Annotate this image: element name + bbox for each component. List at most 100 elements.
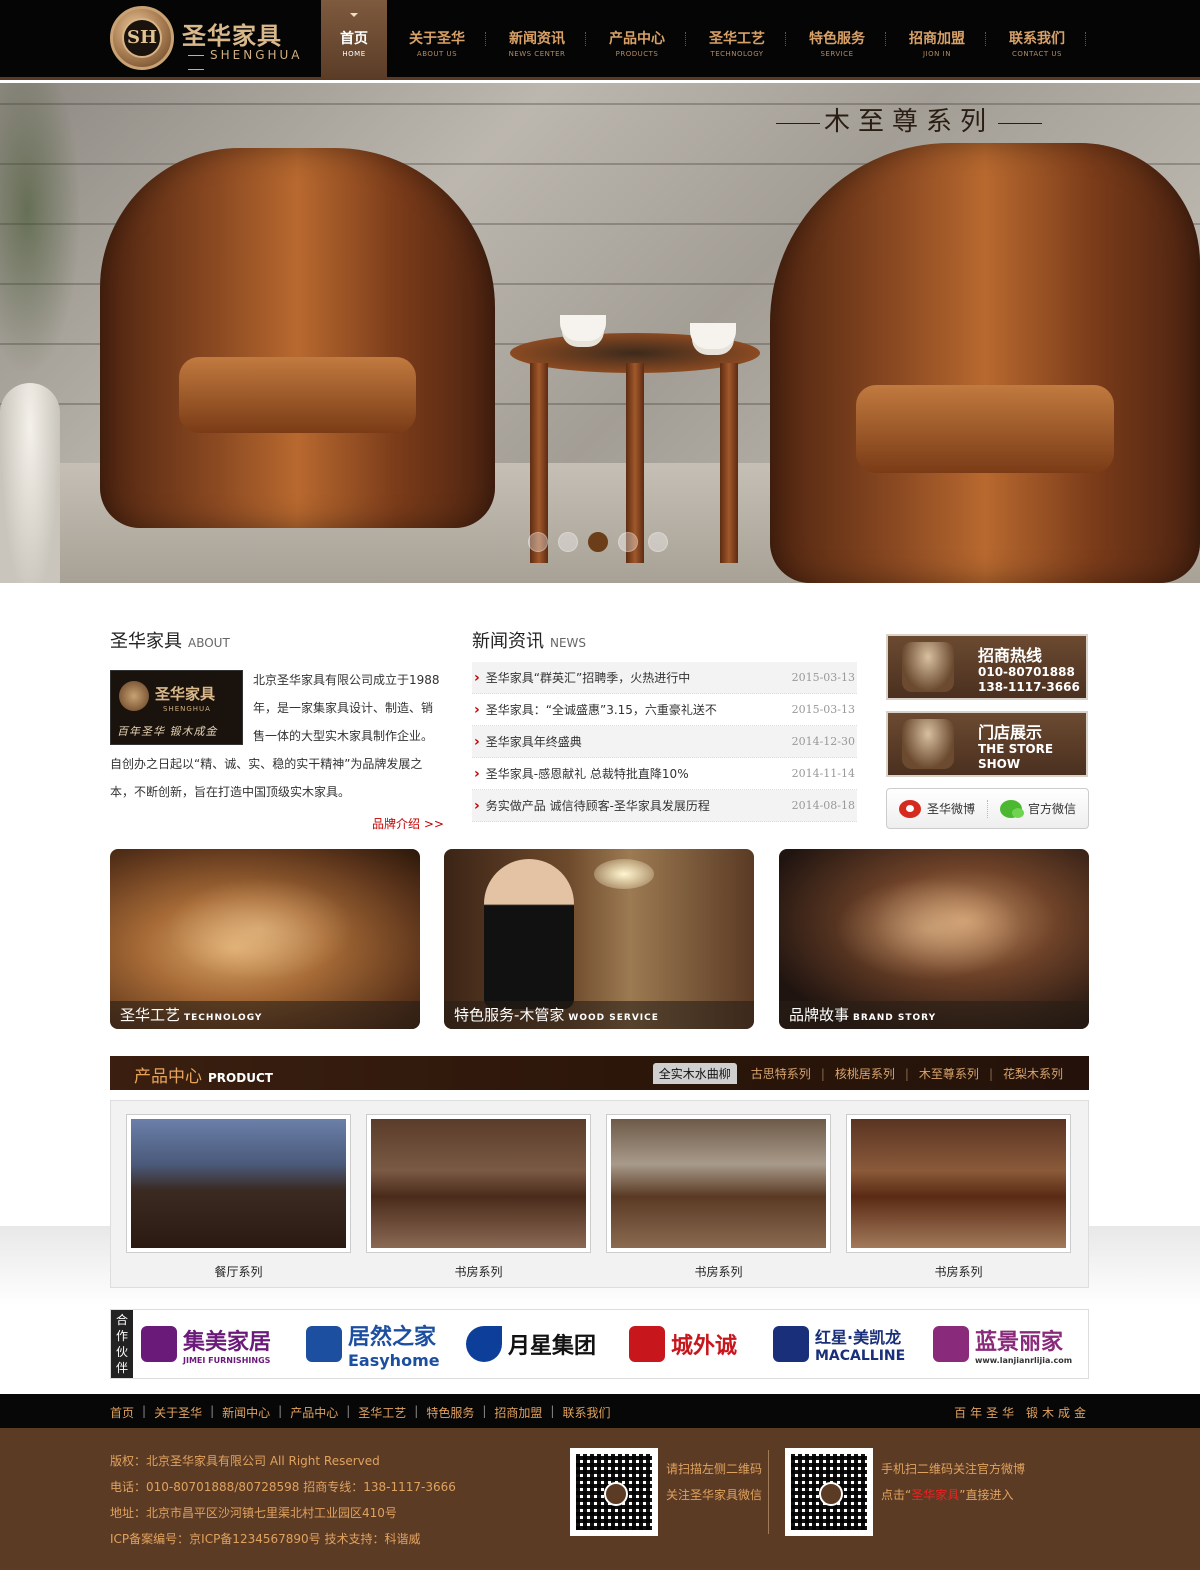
brand-intro-link[interactable]: 品牌介绍 >> <box>372 815 444 832</box>
product-image <box>366 1114 591 1253</box>
logo-text-cn: 圣华家具 <box>182 21 282 50</box>
partner-logo-jimei[interactable]: 集美家居 JIMEI FURNISHINGS <box>141 1318 271 1370</box>
news-item-date: 2015-03-13 <box>791 671 855 684</box>
product-card[interactable]: 餐厅系列 <box>126 1114 351 1280</box>
footer-links: 首页 | 关于圣华 | 新闻中心 | 产品中心 | 圣华工艺 | 特色服务 | 招商加盟 | … <box>110 1404 610 1421</box>
logo-emblem-icon: SH <box>110 6 174 70</box>
nav-item-sublabel: HOME <box>342 50 366 58</box>
weibo-icon <box>898 799 921 818</box>
nav-item-products[interactable]: 产品中心 PRODUCTS <box>587 0 687 78</box>
footer-link[interactable]: 首页 <box>110 1404 134 1421</box>
nav-item-sublabel: TECHNOLOGY <box>710 50 764 58</box>
news-item[interactable]: 圣华家具-感恩献礼 总裁特批直降10% 2014-11-14 <box>472 758 857 790</box>
footer-link[interactable]: 招商加盟 <box>494 1404 542 1421</box>
partner-logo-macalline[interactable]: 红星·美凯龙 MACALLINE <box>773 1318 905 1370</box>
slider-dot[interactable] <box>618 532 638 552</box>
slider-dot[interactable] <box>528 532 548 552</box>
product-card[interactable]: 书房系列 <box>846 1114 1071 1280</box>
partner-name: 月星集团 <box>508 1334 597 1359</box>
investment-hotline-banner[interactable]: 招商热线 010-80701888 138-1117-3666 <box>886 634 1088 700</box>
footer-link[interactable]: 关于圣华 <box>154 1404 202 1421</box>
tile-label: 特色服务-木管家 WOOD SERVICE <box>444 1001 754 1029</box>
nav-item-label: 首页 <box>340 31 368 47</box>
wood-carving-image <box>150 869 370 989</box>
partner-name-en: www.lanjianrlijia.com <box>975 1355 1073 1365</box>
partner-name: 蓝景丽家 <box>975 1329 1064 1355</box>
chengwaicheng-logo-icon <box>629 1326 665 1362</box>
product-image <box>606 1114 831 1253</box>
nav-item-contact[interactable]: 联系我们 CONTACT US <box>987 0 1087 78</box>
news-item[interactable]: 圣华家具年终盛典 2014-12-30 <box>472 726 857 758</box>
wechat-qr-code <box>570 1448 658 1536</box>
product-heading: 产品中心 PRODUCT <box>134 1062 273 1087</box>
nav-item-label: 圣华工艺 <box>709 31 765 47</box>
product-tab-active[interactable]: 全实木水曲柳 <box>652 1063 737 1084</box>
nav-item-label: 产品中心 <box>609 31 665 47</box>
macalline-logo-icon <box>773 1326 809 1362</box>
link-divider: | <box>482 1404 487 1418</box>
news-title-en: NEWS <box>550 636 587 650</box>
store-show-banner[interactable]: 门店展示 THE STORE SHOW <box>886 711 1088 777</box>
nav-item-sublabel: ABOUT US <box>416 50 458 58</box>
footer-link[interactable]: 特色服务 <box>426 1404 474 1421</box>
tile-label: 圣华工艺 TECHNOLOGY <box>110 1001 420 1029</box>
hero-banner[interactable]: 木至尊系列 <box>0 83 1200 583</box>
product-title: 产品中心 <box>134 1067 202 1087</box>
nav-item-technology[interactable]: 圣华工艺 TECHNOLOGY <box>687 0 787 78</box>
hands-planing-image <box>819 869 1039 989</box>
footer-link[interactable]: 新闻中心 <box>222 1404 270 1421</box>
product-tab[interactable]: 核桃居系列 <box>829 1063 901 1084</box>
weibo-qr-code <box>785 1448 873 1536</box>
tile-technology[interactable]: 圣华工艺 TECHNOLOGY <box>110 849 420 1029</box>
partner-name-en: JIMEI FURNISHINGS <box>183 1355 271 1365</box>
weibo-link[interactable]: 圣华微博 <box>887 799 987 818</box>
partner-logo-yuexing[interactable]: 月星集团 <box>466 1318 596 1370</box>
footer-link[interactable]: 产品中心 <box>290 1404 338 1421</box>
slider-dot[interactable] <box>648 532 668 552</box>
product-card[interactable]: 书房系列 <box>606 1114 831 1280</box>
product-tab[interactable]: 古思特系列 <box>745 1063 817 1084</box>
promo-line: THE STORE <box>978 742 1054 756</box>
nav-item-about[interactable]: 关于圣华 ABOUT US <box>387 0 487 78</box>
weibo-direct-link[interactable]: 圣华家具 <box>911 1488 959 1502</box>
slider-dot[interactable] <box>558 532 578 552</box>
tile-service[interactable]: 特色服务-木管家 WOOD SERVICE <box>444 849 754 1029</box>
about-description: 北京圣华家具有限公司成立于1988年，是一家集家具设计、制造、销售一体的大型实木… <box>110 666 440 806</box>
news-item-date: 2014-12-30 <box>791 735 855 748</box>
partner-name-en: Easyhome <box>348 1350 440 1370</box>
lanjinglijia-logo-icon <box>933 1326 969 1362</box>
partner-logo-chengwaicheng[interactable]: 城外诚 <box>629 1318 737 1370</box>
footer-link[interactable]: 圣华工艺 <box>358 1404 406 1421</box>
wechat-link[interactable]: 官方微信 <box>987 799 1088 818</box>
partner-logo-lanjinglijia[interactable]: 蓝景丽家 www.lanjianrlijia.com <box>933 1318 1072 1370</box>
slider-dot-active[interactable] <box>588 532 608 552</box>
product-tab[interactable]: 花梨木系列 <box>997 1063 1069 1084</box>
news-item[interactable]: 圣华家具“群英汇”招聘季，火热进行中 2015-03-13 <box>472 662 857 694</box>
news-item-date: 2015-03-13 <box>791 703 855 716</box>
nav-item-join[interactable]: 招商加盟 JION IN <box>887 0 987 78</box>
product-grid: 餐厅系列 书房系列 书房系列 书房系列 <box>110 1100 1089 1288</box>
butler-image <box>484 859 574 1009</box>
partner-name: 红星·美凯龙 <box>815 1328 902 1347</box>
news-item[interactable]: 圣华家具：“全诚盛惠”3.15，六重豪礼送不 2015-03-13 <box>472 694 857 726</box>
nav-item-label: 招商加盟 <box>909 31 965 47</box>
product-tab[interactable]: 木至尊系列 <box>913 1063 985 1084</box>
nav-item-label: 关于圣华 <box>409 31 465 47</box>
footer-link[interactable]: 联系我们 <box>562 1404 610 1421</box>
nav-item-news[interactable]: 新闻资讯 NEWS CENTER <box>487 0 587 78</box>
brand-logo[interactable]: SH 圣华家具 SHENGHUA <box>110 6 305 70</box>
nav-item-service[interactable]: 特色服务 SERVICE <box>787 0 887 78</box>
nav-item-label: 联系我们 <box>1009 31 1065 47</box>
tile-label-cn: 圣华工艺 <box>120 1006 181 1024</box>
partner-logo-easyhome[interactable]: 居然之家 Easyhome <box>306 1318 440 1370</box>
tile-label-en: TECHNOLOGY <box>184 1013 263 1023</box>
tile-brand-story[interactable]: 品牌故事 BRAND STORY <box>779 849 1089 1029</box>
address-line: 地址：北京市昌平区沙河镇七里渠北村工业园区410号 <box>110 1506 397 1520</box>
company-info: 版权：北京圣华家具有限公司 All Right Reserved 电话：010-… <box>110 1448 456 1552</box>
nav-item-home[interactable]: 首页 HOME <box>321 0 387 78</box>
product-name: 书房系列 <box>694 1265 743 1279</box>
news-item-title: 圣华家具“群英汇”招聘季，火热进行中 <box>474 669 690 686</box>
news-item[interactable]: 务实做产品 诚信待顾客-圣华家具发展历程 2014-08-18 <box>472 790 857 822</box>
link-divider: | <box>210 1404 215 1418</box>
product-card[interactable]: 书房系列 <box>366 1114 591 1280</box>
